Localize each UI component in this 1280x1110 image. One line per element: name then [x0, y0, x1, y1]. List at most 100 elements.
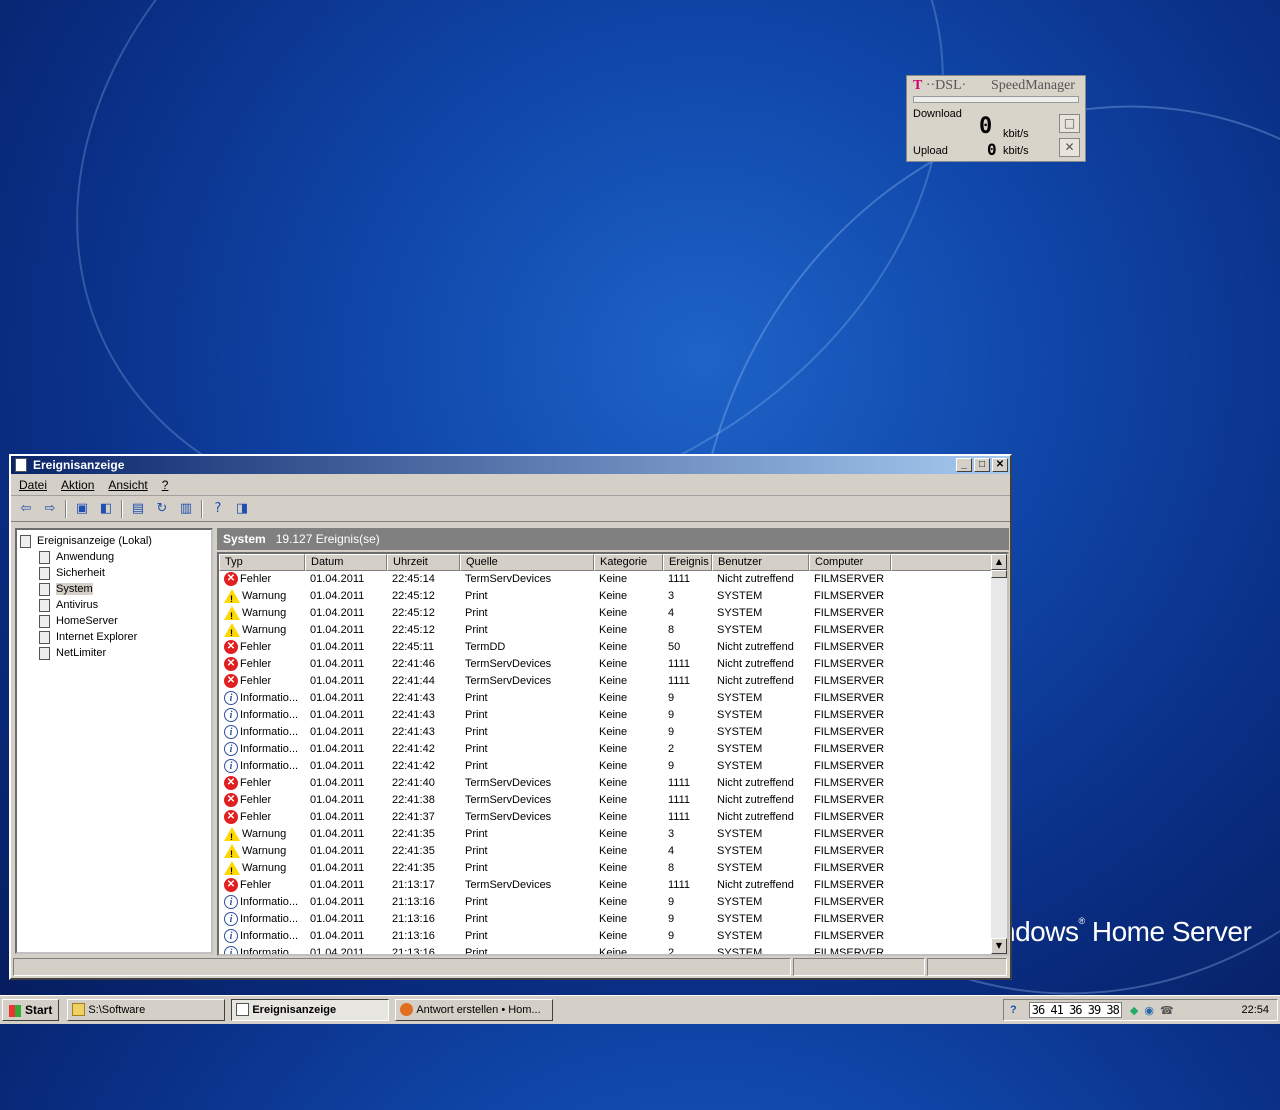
column-computer[interactable]: Computer [809, 554, 891, 571]
cell-benutzer: SYSTEM [717, 947, 763, 956]
table-row[interactable]: i Informatio... 01.04.2011 22:41:42 Print Kei… [219, 758, 1007, 775]
cell-datum: 01.04.2011 [310, 590, 365, 602]
cell-datum: 01.04.2011 [310, 743, 365, 755]
cell-computer: FILMSERVER [814, 913, 885, 925]
cell-zeit: 22:41:38 [392, 794, 435, 806]
tree-item-internet-explorer[interactable]: Internet Explorer [17, 629, 211, 645]
cell-typ: ✕ Fehler [219, 673, 305, 690]
console-icon[interactable]: ◨ [233, 500, 251, 518]
table-row[interactable]: ✕ Fehler 01.04.2011 22:41:37 TermServDevices… [219, 809, 1007, 826]
event-viewer-window[interactable]: Ereignisanzeige _ □ ✕ Datei Aktion Ansic… [9, 454, 1012, 980]
cell-kat: Keine [599, 658, 628, 670]
table-row[interactable]: ✕ Fehler 01.04.2011 22:41:44 TermServDevices… [219, 673, 1007, 690]
menu-datei[interactable]: Datei [19, 478, 47, 492]
toolbar-separator [121, 499, 123, 518]
cell-quelle: Print [465, 590, 488, 602]
table-row[interactable]: ✕ Fehler 01.04.2011 21:13:17 TermServDevices… [219, 877, 1007, 894]
table-row[interactable]: ✕ Fehler 01.04.2011 22:45:11 TermDD Keine 50 Ni… [219, 639, 1007, 656]
table-row[interactable]: ! Warnung 01.04.2011 22:41:35 Print Keine 8 SYS… [219, 860, 1007, 877]
table-row[interactable]: i Informatio... 01.04.2011 22:41:43 Print Kei… [219, 724, 1007, 741]
column-quelle[interactable]: Quelle [460, 554, 594, 571]
tree-item-homeserver[interactable]: HomeServer [17, 613, 211, 629]
minimize-button[interactable]: _ [956, 458, 972, 472]
cell-kat: Keine [599, 862, 628, 874]
properties-icon[interactable]: ▤ [129, 500, 147, 518]
cell-kat: Keine [599, 760, 628, 772]
table-row[interactable]: ! Warnung 01.04.2011 22:41:35 Print Keine 3 SYS… [219, 826, 1007, 843]
tree-item-sicherheit[interactable]: Sicherheit [17, 565, 211, 581]
column-kategorie[interactable]: Kategorie [594, 554, 663, 571]
table-row[interactable]: i Informatio... 01.04.2011 21:13:16 Print Kei… [219, 894, 1007, 911]
tree-item-antivirus[interactable]: Antivirus [17, 597, 211, 613]
task-firefox[interactable]: Antwort erstellen • Hom... [395, 999, 554, 1021]
refresh-icon[interactable]: ↻ [153, 500, 171, 518]
maximize-icon[interactable]: □ [1059, 114, 1080, 133]
cell-typ: i Informatio... [219, 911, 305, 928]
volume-icon[interactable]: ◉ [1144, 1004, 1154, 1017]
column-uhrzeit[interactable]: Uhrzeit [387, 554, 460, 571]
menu-aktion[interactable]: Aktion [61, 478, 94, 492]
log-icon [39, 630, 50, 644]
task-software[interactable]: S:\Software [67, 999, 226, 1021]
table-row[interactable]: ! Warnung 01.04.2011 22:41:35 Print Keine 4 SYS… [219, 843, 1007, 860]
cell-benutzer: SYSTEM [717, 862, 763, 874]
back-icon[interactable]: ⇦ [17, 500, 35, 518]
maximize-button[interactable]: □ [974, 458, 990, 472]
table-row[interactable]: ✕ Fehler 01.04.2011 22:41:38 TermServDevices… [219, 792, 1007, 809]
cell-zeit: 22:45:12 [392, 590, 435, 602]
upload-value: 0 [987, 140, 997, 159]
table-row[interactable]: i Informatio... 01.04.2011 21:13:16 Print Kei… [219, 911, 1007, 928]
export-icon[interactable]: ▥ [177, 500, 195, 518]
task-ereignisanzeige[interactable]: Ereignisanzeige [231, 999, 390, 1021]
column-typ[interactable]: Typ [219, 554, 305, 571]
start-button[interactable]: Start [2, 999, 60, 1021]
tree-item-netlimiter[interactable]: NetLimiter [17, 645, 211, 661]
table-row[interactable]: i Informatio... 01.04.2011 22:41:43 Print Kei… [219, 690, 1007, 707]
table-row[interactable]: i Informatio... 01.04.2011 21:13:16 Print Kei… [219, 945, 1007, 956]
table-row[interactable]: ! Warnung 01.04.2011 22:45:12 Print Keine 3 SYS… [219, 588, 1007, 605]
network-icon[interactable]: ◆ [1130, 1004, 1138, 1017]
table-row[interactable]: ! Warnung 01.04.2011 22:45:12 Print Keine 4 SYS… [219, 605, 1007, 622]
table-row[interactable]: ✕ Fehler 01.04.2011 22:45:14 TermServDevices… [219, 571, 1007, 588]
cell-kat: Keine [599, 641, 628, 653]
scroll-up-icon[interactable]: ▲ [991, 554, 1007, 570]
cell-kat: Keine [599, 709, 628, 721]
close-button[interactable]: ✕ [992, 458, 1008, 472]
cell-zeit: 21:13:17 [392, 879, 435, 891]
column-ereignis[interactable]: Ereignis [663, 554, 712, 571]
connection-icon[interactable]: ☎ [1160, 1004, 1174, 1017]
help-tray-icon[interactable]: ? [1010, 1004, 1017, 1016]
cell-datum: 01.04.2011 [310, 726, 365, 738]
table-row[interactable]: ! Warnung 01.04.2011 22:45:12 Print Keine 8 SYS… [219, 622, 1007, 639]
show-tree-icon[interactable]: ◧ [97, 500, 115, 518]
vertical-scrollbar[interactable]: ▲ ▼ [991, 554, 1007, 954]
column-benutzer[interactable]: Benutzer [712, 554, 809, 571]
cell-quelle: TermServDevices [465, 777, 552, 789]
tree-root[interactable]: Ereignisanzeige (Lokal) [17, 533, 211, 549]
cell-kat: Keine [599, 607, 628, 619]
clock[interactable]: 22:54 [1241, 1004, 1269, 1016]
tree-item-system[interactable]: System [17, 581, 211, 597]
title-bar[interactable]: Ereignisanzeige _ □ ✕ [11, 456, 1010, 474]
table-row[interactable]: i Informatio... 01.04.2011 21:13:16 Print Kei… [219, 928, 1007, 945]
help-icon[interactable]: ? [209, 500, 227, 518]
up-folder-icon[interactable]: ▣ [73, 500, 91, 518]
event-list[interactable]: Typ Datum Uhrzeit Quelle Kategorie Ereig… [217, 552, 1009, 956]
table-row[interactable]: i Informatio... 01.04.2011 22:41:42 Print Kei… [219, 741, 1007, 758]
close-icon[interactable]: ✕ [1059, 138, 1080, 157]
cell-computer: FILMSERVER [814, 828, 885, 840]
speedmanager-widget[interactable]: T ··DSL· SpeedManager Download 0 kbit/s U… [906, 75, 1086, 162]
menu-help[interactable]: ? [162, 478, 169, 492]
table-row[interactable]: i Informatio... 01.04.2011 22:41:43 Print Kei… [219, 707, 1007, 724]
tree-item-anwendung[interactable]: Anwendung [17, 549, 211, 565]
table-row[interactable]: ✕ Fehler 01.04.2011 22:41:46 TermServDevices… [219, 656, 1007, 673]
toolbar-separator [65, 499, 67, 518]
menu-ansicht[interactable]: Ansicht [108, 478, 147, 492]
scroll-thumb[interactable] [991, 570, 1007, 578]
scroll-down-icon[interactable]: ▼ [991, 938, 1007, 954]
table-row[interactable]: ✕ Fehler 01.04.2011 22:41:40 TermServDevices… [219, 775, 1007, 792]
cell-zeit: 21:13:16 [392, 913, 435, 925]
forward-icon[interactable]: ⇨ [41, 500, 59, 518]
tray-numbers[interactable]: 36 41 36 39 38 [1028, 1002, 1122, 1018]
column-datum[interactable]: Datum [305, 554, 387, 571]
